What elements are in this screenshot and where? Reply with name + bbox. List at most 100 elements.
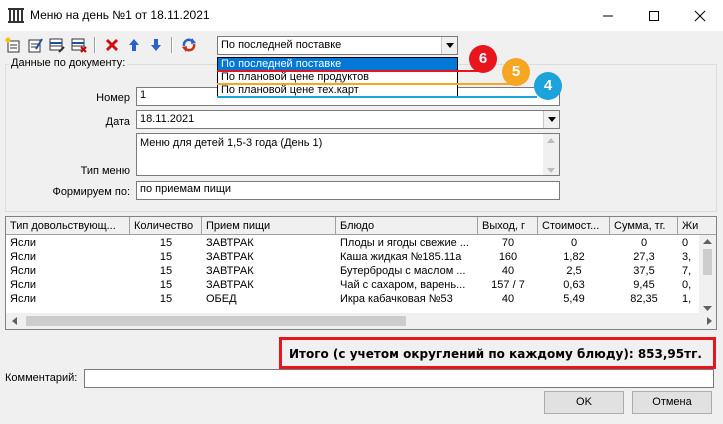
cell-dish: Бутерброды с маслом ... xyxy=(340,265,466,277)
cell-qty: 15 xyxy=(159,251,173,263)
total-highlight: Итого (с учетом округлений по каждому бл… xyxy=(279,337,716,369)
table-row[interactable]: Ясли 15 ЗАВТРАК Каша жидкая №185.11а 160… xyxy=(6,250,698,264)
close-button[interactable] xyxy=(677,0,723,31)
cell-sum: 37,5 xyxy=(633,265,655,277)
cell-fat: 0 xyxy=(682,237,689,249)
cell-fat: 7, xyxy=(682,265,692,277)
col-header[interactable]: Тип довольствующ... xyxy=(6,217,130,235)
scroll-thumb[interactable] xyxy=(26,316,406,326)
form-by-field[interactable]: по приемам пищи xyxy=(136,181,560,200)
table-vertical-scrollbar[interactable] xyxy=(699,235,716,315)
refresh-icon[interactable] xyxy=(180,36,198,54)
price-mode-dropdown-list[interactable]: По последней поставке По плановой цене п… xyxy=(217,57,458,98)
cell-dish: Каша жидкая №185.11а xyxy=(340,251,462,263)
cell-type: Ясли xyxy=(10,293,37,305)
menu-type-value: Меню для детей 1,5-3 года (День 1) xyxy=(140,137,323,149)
cell-cost: 1,82 xyxy=(563,251,585,263)
toolbar-separator xyxy=(171,37,173,53)
group-label: Данные по документу: xyxy=(9,57,128,69)
cell-meal: ЗАВТРАК xyxy=(206,237,254,249)
cell-yield: 40 xyxy=(501,293,515,305)
menu-type-label: Тип меню xyxy=(80,165,130,177)
chevron-down-icon[interactable] xyxy=(543,111,559,128)
cell-cost: 2,5 xyxy=(566,265,582,277)
form-by-label: Формируем по: xyxy=(52,186,130,198)
title-bar: Меню на день №1 от 18.11.2021 xyxy=(0,0,723,31)
chevron-down-icon[interactable] xyxy=(441,37,457,54)
cell-fat: 3, xyxy=(682,251,692,263)
cell-cost: 0,63 xyxy=(563,279,585,291)
date-value: 18.11.2021 xyxy=(140,113,195,125)
cell-cost: 5,49 xyxy=(563,293,585,305)
memo-scrollbar[interactable] xyxy=(543,134,559,175)
col-header[interactable]: Блюдо xyxy=(336,217,478,235)
edit-doc-icon[interactable] xyxy=(26,36,44,54)
toolbar-separator xyxy=(94,37,96,53)
highlight-line-orange xyxy=(217,83,517,85)
cell-cost: 0 xyxy=(570,237,578,249)
badge-5: 5 xyxy=(502,58,530,86)
cell-qty: 15 xyxy=(159,237,173,249)
table-row[interactable]: Ясли 15 ЗАВТРАК Чай с сахаром, варень...… xyxy=(6,278,698,292)
col-header[interactable]: Стоимост... xyxy=(538,217,610,235)
table-row[interactable]: Ясли 15 ЗАВТРАК Бутерброды с маслом ... … xyxy=(6,264,698,278)
cell-meal: ОБЕД xyxy=(206,293,237,305)
new-doc-icon[interactable] xyxy=(4,36,22,54)
cell-fat: 0, xyxy=(682,279,692,291)
cell-dish: Икра кабачковая №53 xyxy=(340,293,453,305)
arrow-down-icon[interactable] xyxy=(147,36,165,54)
document-window: Меню на день №1 от 18.11.2021 По последн… xyxy=(0,0,723,424)
cell-yield: 160 xyxy=(498,251,518,263)
cell-type: Ясли xyxy=(10,279,37,291)
table-header: Тип довольствующ... Количество Прием пищ… xyxy=(6,217,716,235)
price-mode-value: По последней поставке xyxy=(221,39,342,51)
date-picker[interactable]: 18.11.2021 xyxy=(136,110,560,129)
cell-yield: 40 xyxy=(501,265,515,277)
col-header[interactable]: Выход, г xyxy=(478,217,538,235)
total-text: Итого (с учетом округлений по каждому бл… xyxy=(289,347,702,361)
col-header[interactable]: Количество xyxy=(130,217,202,235)
maximize-button[interactable] xyxy=(631,0,677,31)
highlight-line-red xyxy=(217,70,481,72)
minimize-button[interactable] xyxy=(585,0,631,31)
cell-qty: 15 xyxy=(159,293,173,305)
col-header[interactable]: Сумма, тг. xyxy=(610,217,678,235)
cell-type: Ясли xyxy=(10,237,37,249)
cell-sum: 0 xyxy=(640,237,648,249)
cell-dish: Чай с сахаром, варень... xyxy=(340,279,466,291)
cell-yield: 70 xyxy=(501,237,515,249)
cell-sum: 82,35 xyxy=(630,293,658,305)
cell-meal: ЗАВТРАК xyxy=(206,279,254,291)
cell-dish: Плоды и ягоды свежие ... xyxy=(340,237,469,249)
menu-items-table[interactable]: Тип довольствующ... Количество Прием пищ… xyxy=(5,216,717,330)
toolbar: По последней поставке xyxy=(0,33,723,57)
cell-meal: ЗАВТРАК xyxy=(206,265,254,277)
number-label: Номер xyxy=(96,92,130,104)
col-header[interactable]: Жи xyxy=(678,217,716,235)
app-icon xyxy=(8,7,24,23)
cell-sum: 27,3 xyxy=(633,251,655,263)
comment-label: Комментарий: xyxy=(5,372,78,384)
cell-qty: 15 xyxy=(159,265,173,277)
price-mode-select[interactable]: По последней поставке xyxy=(217,36,458,55)
date-label: Дата xyxy=(105,116,130,128)
col-header[interactable]: Прием пищи xyxy=(202,217,336,235)
table-row[interactable]: Ясли 15 ОБЕД Икра кабачковая №53 40 5,49… xyxy=(6,292,698,306)
cell-qty: 15 xyxy=(159,279,173,291)
cancel-button[interactable]: Отмена xyxy=(632,391,712,414)
delete-x-icon[interactable] xyxy=(103,36,121,54)
highlight-line-blue xyxy=(217,96,537,98)
window-title: Меню на день №1 от 18.11.2021 xyxy=(30,8,210,22)
table-delete-icon[interactable] xyxy=(70,36,88,54)
menu-type-field[interactable]: Меню для детей 1,5-3 года (День 1) xyxy=(136,133,560,176)
table-horizontal-scrollbar[interactable] xyxy=(6,313,716,329)
table-edit-icon[interactable] xyxy=(48,36,66,54)
comment-field[interactable] xyxy=(84,369,714,388)
table-row[interactable]: Ясли 15 ЗАВТРАК Плоды и ягоды свежие ...… xyxy=(6,236,698,250)
cell-type: Ясли xyxy=(10,251,37,263)
cell-type: Ясли xyxy=(10,265,37,277)
ok-button[interactable]: OK xyxy=(544,391,624,414)
cell-yield: 157 / 7 xyxy=(491,279,525,291)
arrow-up-icon[interactable] xyxy=(125,36,143,54)
badge-6: 6 xyxy=(469,45,497,73)
